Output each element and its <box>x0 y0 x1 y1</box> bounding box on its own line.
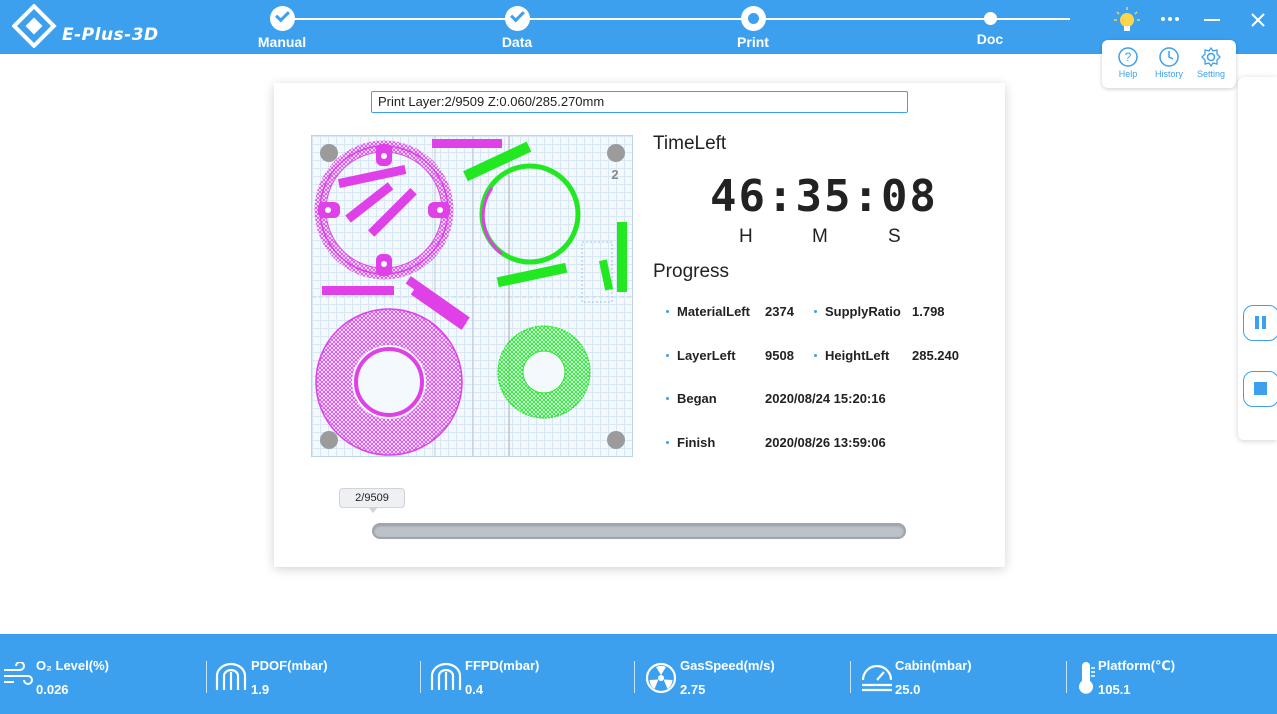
stop-button[interactable] <box>1243 371 1277 407</box>
setting-label: Setting <box>1196 69 1226 79</box>
sensor-label: Cabin(mbar) <box>895 658 972 673</box>
sensor-cabin: Cabin(mbar) 25.0 <box>860 656 1060 700</box>
preview-number: 2 <box>611 167 618 182</box>
sensor-pdof: PDOF(mbar) 1.9 <box>214 656 414 700</box>
print-control-panel <box>1238 77 1277 440</box>
unit-seconds: S <box>888 226 901 247</box>
sensor-label: Platform(℃) <box>1098 658 1176 673</box>
bullet-icon <box>666 441 669 444</box>
check-icon <box>504 6 530 31</box>
step-label: Doc <box>976 31 1004 47</box>
step-label: Manual <box>257 34 307 50</box>
pause-button[interactable] <box>1243 305 1277 341</box>
bullet-icon <box>666 397 669 400</box>
height-left-value: 285.240 <box>912 348 959 363</box>
began-label: Began <box>677 391 717 406</box>
began-value: 2020/08/24 15:20:16 <box>765 391 886 406</box>
timeleft-title: TimeLeft <box>653 133 727 154</box>
material-left-label: MaterialLeft <box>677 304 750 319</box>
header-bar: E-Plus-3D Manual Data Print Doc <box>0 0 1277 54</box>
sensor-gasspeed: GasSpeed(m/s) 2.75 <box>645 656 845 700</box>
check-icon <box>269 6 295 31</box>
current-step-icon <box>740 6 766 31</box>
help-label: Help <box>1118 69 1138 79</box>
wind-icon <box>4 662 33 685</box>
progress-title: Progress <box>653 261 730 282</box>
steps-progress-line <box>282 18 990 20</box>
sensor-label: FFPD(mbar) <box>465 658 540 673</box>
step-label: Data <box>501 34 533 50</box>
unit-hours: H <box>739 226 753 247</box>
history-icon <box>1159 47 1179 67</box>
separator <box>634 661 635 693</box>
logo-text: E-Plus-3D <box>62 25 159 45</box>
bullet-icon <box>814 310 817 313</box>
sensor-value: 0.4 <box>465 682 484 697</box>
step-data[interactable]: Data <box>457 6 577 50</box>
more-icon[interactable] <box>1156 6 1184 34</box>
height-left-label: HeightLeft <box>825 348 890 363</box>
sensor-ffpd: FFPD(mbar) 0.4 <box>429 656 629 700</box>
separator <box>850 661 851 693</box>
pause-icon <box>1255 316 1266 329</box>
layer-info-field: Print Layer:2/9509 Z:0.060/285.270mm <box>371 91 908 113</box>
sensor-value: 2.75 <box>680 682 706 697</box>
thermometer-icon <box>1079 662 1095 694</box>
more-menu-panel: ? Help History Setting <box>1102 40 1236 88</box>
step-print[interactable]: Print <box>693 6 813 50</box>
layer-slider-tooltip: 2/9509 <box>339 488 405 513</box>
material-left-value: 2374 <box>765 304 794 319</box>
step-manual[interactable]: Manual <box>222 6 342 50</box>
close-icon[interactable] <box>1244 6 1272 34</box>
layer-preview: 2 <box>311 135 633 457</box>
history-button[interactable]: History <box>1149 46 1189 79</box>
history-label: History <box>1154 69 1183 79</box>
supply-ratio-value: 1.798 <box>912 304 945 319</box>
sensor-label: PDOF(mbar) <box>251 658 328 673</box>
sensor-label: GasSpeed(m/s) <box>680 658 775 673</box>
layer-preview-drawing: 2 <box>312 136 632 456</box>
lightbulb-icon[interactable] <box>1113 6 1141 34</box>
finish-value: 2020/08/26 13:59:06 <box>765 435 886 450</box>
sensor-value: 105.1 <box>1098 682 1131 697</box>
help-button[interactable]: ? Help <box>1108 46 1148 79</box>
bullet-icon <box>814 354 817 357</box>
setting-button[interactable]: Setting <box>1191 46 1231 79</box>
sensor-value: 1.9 <box>251 682 270 697</box>
sensor-platform: Platform(℃) 105.1 <box>1074 656 1274 700</box>
sensor-status-bar: O₂ Level(%) 0.026 PDOF(mbar) 1.9 FFPD(mb… <box>0 634 1277 714</box>
fan-icon <box>645 662 677 694</box>
separator <box>1066 661 1067 693</box>
separator <box>206 661 207 693</box>
layer-left-label: LayerLeft <box>677 348 736 363</box>
step-label: Print <box>737 34 769 50</box>
gauge-icon <box>861 664 893 692</box>
layer-left-value: 9508 <box>765 348 794 363</box>
gear-icon <box>1201 46 1221 68</box>
step-doc[interactable]: Doc <box>930 6 1050 47</box>
svg-text:?: ? <box>1125 50 1132 64</box>
sensor-label: O₂ Level(%) <box>36 658 109 673</box>
filter-icon <box>215 662 247 690</box>
finish-label: Finish <box>677 435 716 450</box>
unit-minutes: M <box>812 226 828 247</box>
time-left-value: 46:35:08 <box>710 171 938 222</box>
layer-slider[interactable] <box>372 523 906 539</box>
bullet-icon <box>666 354 669 357</box>
bullet-icon <box>666 310 669 313</box>
supply-ratio-label: SupplyRatio <box>825 304 901 319</box>
help-icon: ? <box>1118 47 1138 67</box>
stop-icon <box>1254 382 1267 395</box>
sensor-value: 0.026 <box>36 682 69 697</box>
sensor-value: 25.0 <box>895 682 921 697</box>
pending-step-icon <box>983 12 997 25</box>
print-panel: Print Layer:2/9509 Z:0.060/285.270mm 2 T… <box>274 83 1005 567</box>
sensor-o2: O₂ Level(%) 0.026 <box>0 656 200 700</box>
separator <box>420 661 421 693</box>
minimize-icon[interactable] <box>1198 6 1226 34</box>
filter-icon <box>430 662 462 690</box>
